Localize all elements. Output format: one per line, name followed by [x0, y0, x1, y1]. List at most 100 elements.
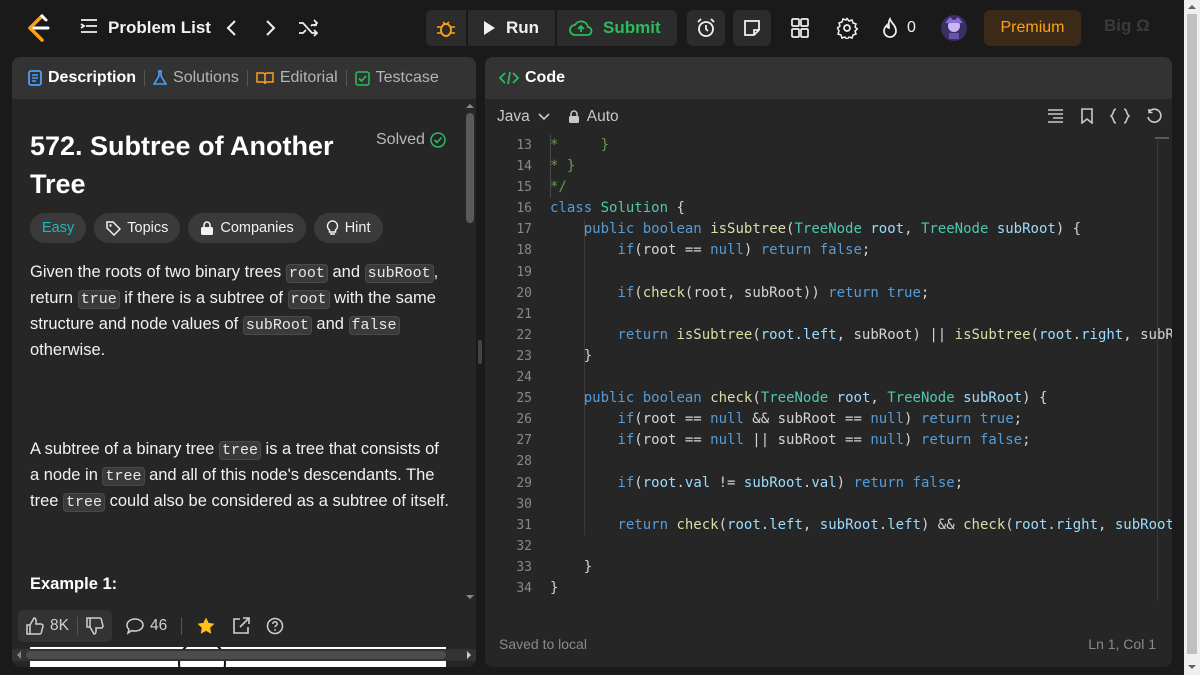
editor-actions	[1047, 108, 1162, 124]
hint-button[interactable]: Hint	[313, 213, 383, 243]
random-problem-button[interactable]	[297, 16, 321, 40]
scrollbar-thumb[interactable]	[26, 651, 446, 659]
comments-button[interactable]: 46	[118, 610, 175, 642]
tab-solutions-label: Solutions	[173, 69, 239, 86]
fire-icon	[883, 17, 897, 38]
layout-button[interactable]	[790, 17, 810, 39]
companies-button[interactable]: Companies	[188, 213, 306, 243]
line-number: 26	[516, 412, 532, 428]
tab-code[interactable]: Code	[499, 57, 565, 99]
code-line: if(root.val != subRoot.val) return false…	[617, 474, 964, 491]
code-content[interactable]: * } * } */ class Solution { public boole…	[550, 135, 1172, 599]
comment-count: 46	[149, 617, 168, 634]
next-problem-button[interactable]	[259, 16, 283, 40]
line-number: 20	[516, 285, 532, 301]
difficulty-badge: Easy	[30, 213, 87, 243]
star-icon	[197, 617, 215, 634]
submit-button[interactable]: Submit	[557, 10, 677, 46]
line-number: 15	[516, 180, 532, 196]
panel-resize-handle[interactable]	[478, 340, 482, 364]
code-line: return isSubtree(root.left, subRoot) || …	[617, 326, 1172, 343]
topics-button[interactable]: Topics	[94, 213, 181, 243]
streak-counter[interactable]: 0	[881, 17, 916, 39]
code-tree: tree	[218, 441, 261, 460]
chevron-left-icon	[226, 20, 236, 36]
premium-button[interactable]: Premium	[984, 10, 1081, 46]
code-root: root	[287, 290, 330, 309]
previous-problem-button[interactable]	[219, 16, 243, 40]
language-select[interactable]: Java	[497, 108, 550, 126]
premium-label: Premium	[1000, 19, 1065, 36]
tab-testcase[interactable]: Testcase	[354, 57, 439, 99]
avatar[interactable]	[940, 14, 968, 42]
code-subroot: subRoot	[242, 316, 312, 335]
comment-icon	[126, 618, 144, 635]
book-icon	[256, 72, 274, 85]
check-circle-icon	[430, 132, 446, 148]
code-tree: tree	[102, 467, 145, 486]
settings-button[interactable]	[836, 17, 858, 39]
line-number: 14	[516, 159, 532, 175]
format-icon[interactable]	[1047, 108, 1064, 124]
tab-description-label: Description	[48, 69, 137, 86]
description-scrollbar[interactable]	[464, 99, 476, 604]
line-number: 33	[516, 559, 532, 575]
help-button[interactable]	[258, 610, 292, 642]
chevron-down-icon	[538, 113, 550, 121]
flask-icon	[153, 70, 168, 85]
dislike-button[interactable]	[78, 610, 112, 642]
code-line: public boolean check(TreeNode root, Tree…	[583, 390, 1048, 407]
line-number: 13	[516, 138, 532, 153]
problem-list-button[interactable]: Problem List	[80, 16, 211, 40]
editor-scrollbar[interactable]	[1157, 141, 1158, 601]
line-number: 18	[516, 243, 532, 259]
code-line: }	[550, 558, 593, 575]
alarm-clock-icon	[697, 18, 715, 37]
text: otherwise.	[30, 341, 106, 359]
cursor-position: Ln 1, Col 1	[1088, 636, 1156, 652]
line-number: 24	[516, 370, 532, 386]
braces-icon[interactable]	[1110, 108, 1130, 124]
line-number: 19	[516, 264, 532, 280]
debug-button[interactable]	[426, 10, 466, 46]
like-button[interactable]: 8K	[18, 610, 77, 642]
description-panel: Description Solutions Editorial Testcase…	[12, 57, 476, 667]
share-button[interactable]	[224, 610, 258, 642]
bookmark-icon[interactable]	[1080, 108, 1094, 124]
line-number: 22	[516, 327, 532, 343]
page-scrollbar[interactable]	[1184, 0, 1200, 675]
code-line: return check(root.left, subRoot.left) &&…	[617, 516, 1172, 533]
page-title[interactable]: 572. Subtree of Another Tree	[30, 127, 350, 203]
tab-editorial[interactable]: Editorial	[256, 57, 338, 99]
reset-icon[interactable]	[1146, 108, 1162, 124]
mode-label: Auto	[586, 108, 619, 125]
run-button[interactable]: Run	[468, 10, 556, 46]
favorite-button[interactable]	[188, 610, 224, 642]
horizontal-scrollbar[interactable]	[12, 649, 476, 661]
text: and	[327, 263, 365, 281]
tab-divider	[345, 70, 347, 86]
thumbs-down-icon	[86, 617, 104, 635]
list-icon	[80, 18, 98, 39]
code-panel: Code Java Auto 13 14 15 16 17 18 19 20 21 22 23 24 2…	[485, 57, 1172, 667]
code-root: root	[285, 264, 328, 283]
line-number: 34	[516, 580, 532, 596]
tab-description[interactable]: Description	[28, 57, 136, 99]
scrollbar-thumb[interactable]	[466, 113, 474, 223]
auto-mode-toggle[interactable]: Auto	[568, 108, 619, 126]
solved-label: Solved	[376, 131, 425, 148]
gear-icon	[836, 17, 858, 39]
code-editor[interactable]: 13 14 15 16 17 18 19 20 21 22 23 24 25 26 27 28 29 30 31 32…	[485, 135, 1172, 609]
tab-solutions[interactable]: Solutions	[153, 57, 239, 99]
notes-button[interactable]	[732, 10, 771, 46]
scrollbar-thumb[interactable]	[1187, 14, 1197, 654]
timer-button[interactable]	[686, 10, 725, 46]
code-line: if(check(root, subRoot)) return true;	[617, 284, 930, 301]
description-paragraph-1: Given the roots of two binary trees root…	[30, 260, 450, 363]
leetcode-logo-icon[interactable]	[22, 12, 54, 44]
code-line: if(root == null || subRoot == null) retu…	[617, 432, 1031, 449]
submit-label: Submit	[603, 18, 661, 37]
shuffle-icon	[299, 19, 319, 37]
